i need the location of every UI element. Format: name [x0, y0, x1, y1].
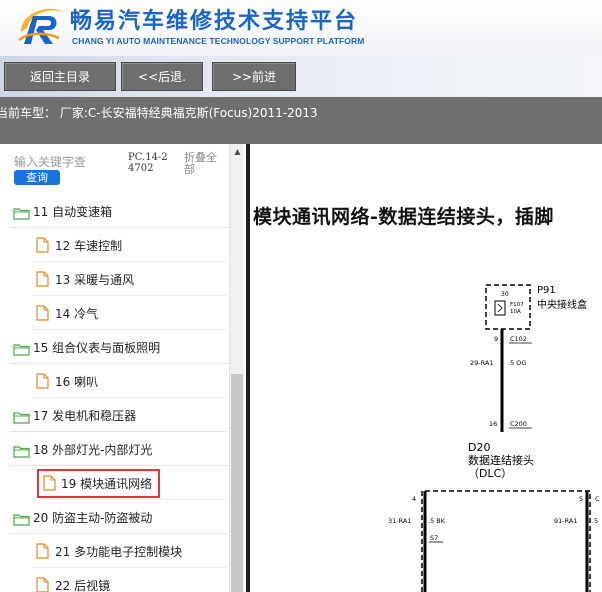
- tree-folder-item[interactable]: 17 发电机和稳压器: [10, 398, 228, 432]
- pin-5: 5: [579, 495, 583, 503]
- tree-item-label: 21 多功能电子控制模块: [55, 545, 183, 559]
- tree-file-item[interactable]: 12 车速控制: [32, 228, 228, 262]
- fuse-amp: 10A: [510, 309, 521, 315]
- folder-icon: [13, 341, 30, 360]
- document-icon: [43, 475, 56, 495]
- forward-button[interactable]: >>前进: [212, 62, 296, 91]
- tree-file-item[interactable]: 22 后视镜: [32, 568, 228, 592]
- collapse-all-link[interactable]: 折叠全部: [184, 152, 224, 176]
- wire-spec-5bk: .5 BK: [428, 517, 446, 525]
- pin-9: 9: [494, 335, 498, 343]
- wire-spec-5-right: .5: [592, 517, 598, 525]
- tree-item-label: 13 采暖与通风: [55, 273, 135, 287]
- pin-16: 16: [489, 420, 497, 428]
- pin-4: 4: [412, 495, 416, 503]
- tree-file-item[interactable]: 19 模块通讯网络: [32, 466, 228, 500]
- splice-s7: S7: [430, 534, 438, 542]
- tree-file-item[interactable]: 13 采暖与通风: [32, 262, 228, 296]
- document-icon: [36, 305, 49, 325]
- app-title: 畅易汽车维修技术支持平台: [70, 9, 359, 34]
- wire-code-29ra1: 29-RA1: [470, 359, 493, 367]
- tree-item-label: 11 自动变速箱: [33, 205, 113, 219]
- back-button[interactable]: <<后退.: [121, 62, 203, 91]
- content-pane: 模块通讯网络-数据连结接头，插脚 30 F107 10A P91 中央接线盒 9…: [250, 144, 602, 592]
- d20-desc: 数据连结接头: [468, 453, 534, 467]
- connector-c102: C102: [510, 335, 527, 343]
- p91-desc: 中央接线盒: [537, 298, 587, 311]
- tree-item-label: 18 外部灯光-内部灯光: [33, 443, 153, 457]
- sidebar-scrollbar[interactable]: ▲: [229, 144, 244, 592]
- wiring-diagram: 30 F107 10A P91 中央接线盒 9 C102 29-RA1 .5 O…: [388, 284, 600, 592]
- search-button[interactable]: 查询: [14, 170, 60, 185]
- tree-folder-item[interactable]: 20 防盗主动-防盗被动: [10, 500, 228, 534]
- folder-icon: [13, 443, 30, 462]
- connector-c200: C200: [510, 420, 527, 428]
- search-input[interactable]: [14, 154, 122, 170]
- app-logo-icon: [18, 8, 63, 44]
- folder-icon: [13, 511, 30, 530]
- tree-view: 11 自动变速箱 12 车速控制 13 采暖与通风 14 冷气 15 组合仪表与面板照明…: [10, 194, 228, 592]
- fuse-id: F107: [510, 302, 524, 308]
- tree-folder-item[interactable]: 18 外部灯光-内部灯光: [10, 432, 228, 466]
- nav-bar: 返回主目录 <<后退. >>前进: [0, 56, 602, 97]
- tree-item-label: 15 组合仪表与面板照明: [33, 341, 161, 355]
- home-button[interactable]: 返回主目录: [4, 62, 116, 91]
- tree-file-item[interactable]: 14 冷气: [32, 296, 228, 330]
- scroll-up-arrow-icon[interactable]: ▲: [230, 144, 245, 159]
- tree-item-label: 22 后视镜: [55, 579, 111, 592]
- tree-folder-item[interactable]: 11 自动变速箱: [10, 194, 228, 228]
- app-header: 畅易汽车维修技术支持平台 CHANG YI AUTO MAINTENANCE T…: [0, 0, 602, 56]
- tree-folder-item[interactable]: 15 组合仪表与面板照明: [10, 330, 228, 364]
- dlc-label: （DLC）: [468, 467, 512, 480]
- dlc-box-outline: [421, 490, 591, 592]
- fuse-number: 30: [501, 291, 509, 298]
- fuse-symbol: [494, 300, 506, 316]
- folder-icon: [13, 205, 30, 224]
- p91-label: P91: [537, 285, 556, 296]
- wire-code-91ra1: 91-RA1: [554, 517, 577, 525]
- tree-item-label: 16 喇叭: [55, 375, 99, 389]
- wire-spec-5og: .5 OG: [508, 359, 526, 367]
- tree-item-label: 14 冷气: [55, 307, 99, 321]
- document-icon: [36, 373, 49, 393]
- search-area: 查询 PC.14-24702 折叠全部: [14, 152, 224, 192]
- tree-item-label: 12 车速控制: [55, 239, 123, 253]
- tree-file-item[interactable]: 16 喇叭: [32, 364, 228, 398]
- wire-code-31ra1: 31-RA1: [388, 517, 411, 525]
- current-model-bar: 当前车型： 厂家:C-长安福特经典福克斯(Focus)2011-2013: [0, 97, 602, 144]
- scrollbar-thumb[interactable]: [231, 374, 243, 592]
- document-icon: [36, 237, 49, 257]
- current-model-text: 当前车型： 厂家:C-长安福特经典福克斯(Focus)2011-2013: [0, 106, 318, 120]
- tree-file-item[interactable]: 21 多功能电子控制模块: [32, 534, 228, 568]
- folder-icon: [13, 409, 30, 428]
- tree-item-label: 20 防盗主动-防盗被动: [33, 511, 153, 525]
- sidebar: 查询 PC.14-24702 折叠全部 11 自动变速箱 12 车速控制 13 采暖…: [0, 144, 246, 592]
- document-icon: [36, 577, 49, 592]
- connector-c-right: C: [595, 495, 600, 503]
- document-icon: [36, 271, 49, 291]
- pc-code: PC.14-24702: [128, 152, 168, 174]
- document-icon: [36, 543, 49, 563]
- tree-item-label: 17 发电机和稳压器: [33, 409, 137, 423]
- app-subtitle: CHANG YI AUTO MAINTENANCE TECHNOLOGY SUP…: [72, 36, 365, 46]
- d20-label: D20: [468, 441, 490, 454]
